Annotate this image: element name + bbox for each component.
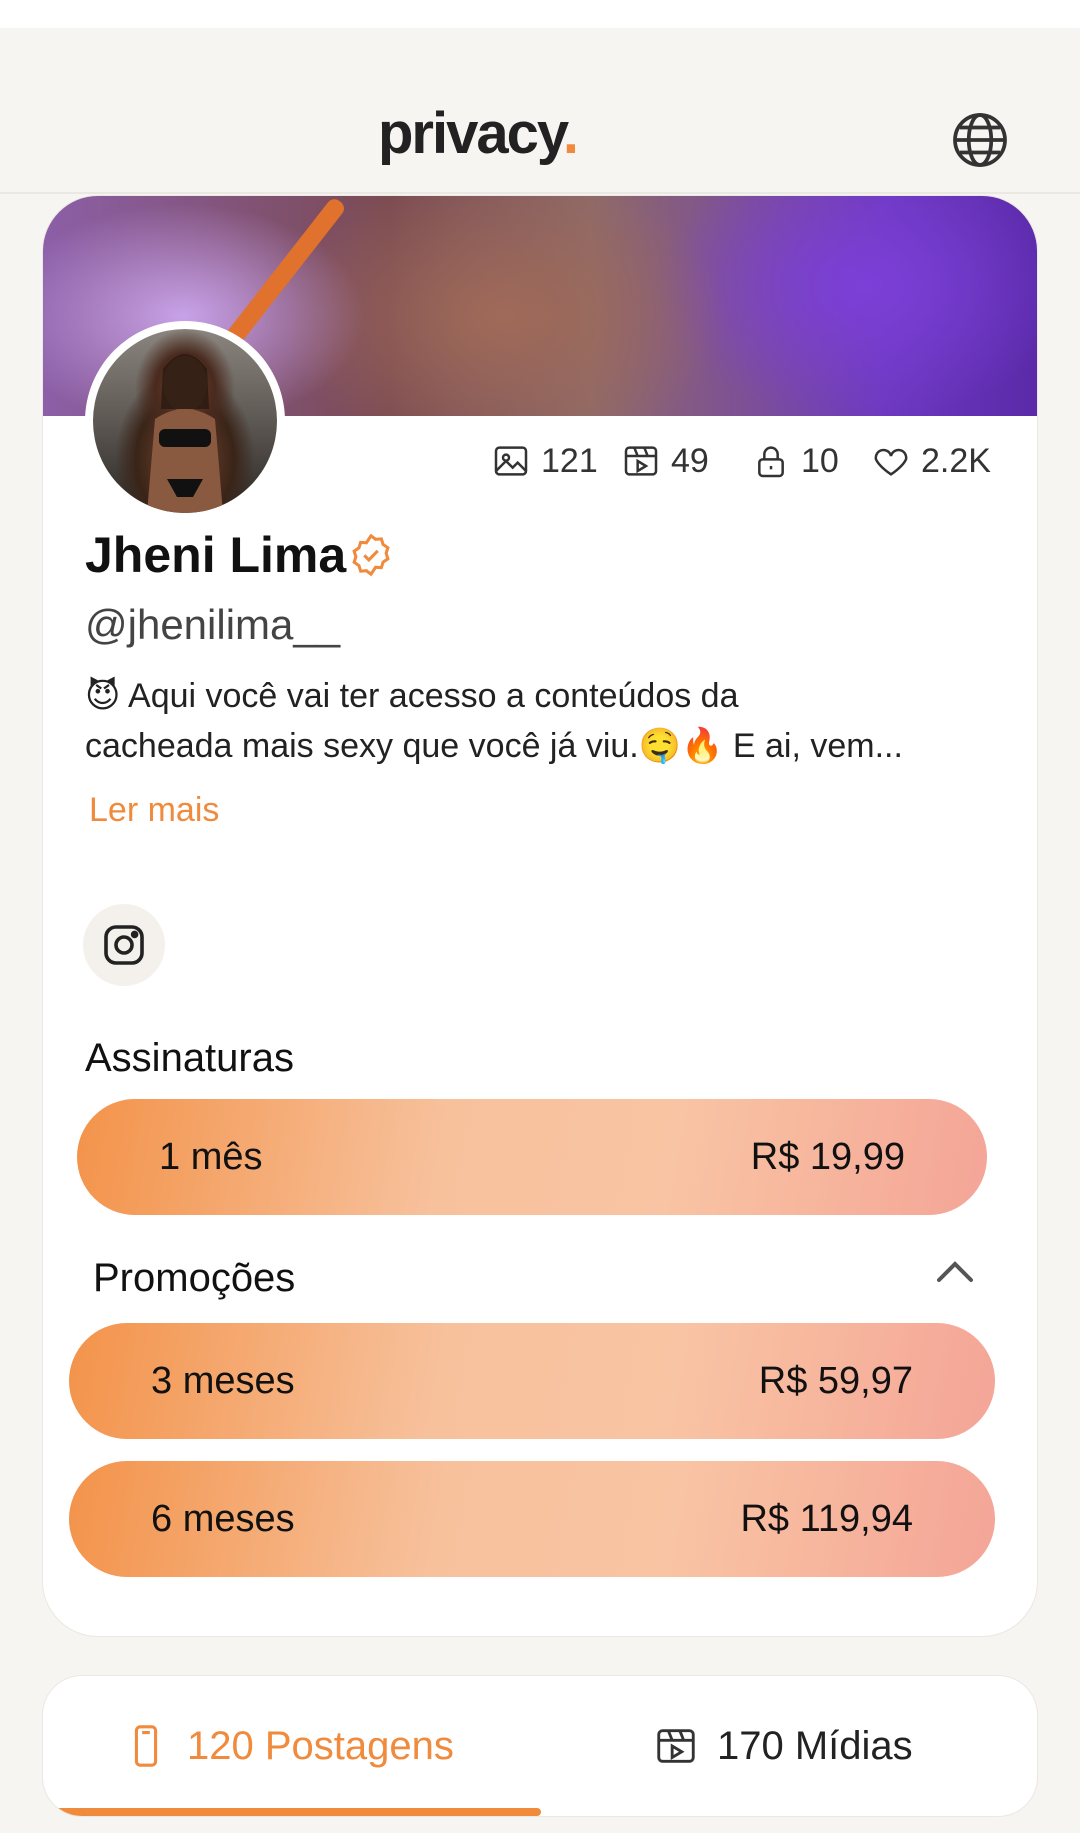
plan-price: R$ 119,94 [740, 1497, 913, 1540]
privacy-logo[interactable]: privacy. [378, 100, 579, 167]
profile-card: 121 49 10 2.2K Jheni Lima @jhenilima__ 😈… [42, 195, 1038, 1637]
bio-line: 😈 Aqui você vai ter acesso a conteúdos d… [85, 677, 739, 715]
content-tabs: 120 Postagens 170 Mídias [42, 1675, 1038, 1817]
profile-name-row: Jheni Lima [85, 526, 394, 584]
tab-media-label: 170 Mídias [717, 1723, 913, 1768]
lock-icon [758, 446, 784, 478]
video-clapper-icon [624, 446, 658, 476]
instagram-button[interactable] [83, 904, 165, 986]
plan-1-month-button[interactable]: 1 mês R$ 19,99 [77, 1099, 987, 1215]
plan-price: R$ 59,97 [758, 1359, 913, 1402]
promotions-title: Promoções [93, 1256, 296, 1300]
verified-badge-icon [352, 533, 390, 577]
plan-label: 3 meses [151, 1359, 295, 1402]
chevron-up-icon[interactable] [933, 1256, 977, 1286]
status-strip [0, 0, 1080, 28]
tab-posts[interactable]: 120 Postagens [123, 1676, 454, 1816]
video-clapper-icon [657, 1729, 695, 1763]
tab-posts-label: 120 Postagens [187, 1723, 454, 1768]
heart-icon [874, 448, 908, 476]
stat-photos: 121 [491, 436, 598, 486]
profile-bio: 😈 Aqui você vai ter acesso a conteúdos d… [85, 671, 1005, 771]
subscriptions-title: Assinaturas [85, 1036, 294, 1080]
instagram-icon [104, 925, 144, 965]
stat-locked-count: 10 [801, 441, 839, 480]
stat-videos: 49 [621, 436, 709, 486]
active-tab-indicator [43, 1808, 541, 1816]
tab-media[interactable]: 170 Mídias [653, 1676, 913, 1816]
stat-likes: 2.2K [871, 436, 991, 486]
plan-6-months-button[interactable]: 6 meses R$ 119,94 [69, 1461, 995, 1577]
app-header: privacy. [0, 28, 1080, 194]
bio-line: cacheada mais sexy que você já viu.🤤🔥 E … [85, 727, 903, 765]
plan-label: 1 mês [159, 1135, 263, 1178]
stat-likes-count: 2.2K [921, 441, 991, 480]
profile-name: Jheni Lima [85, 527, 347, 583]
phone-icon [134, 1725, 158, 1767]
profile-stats: 121 49 10 2.2K [43, 436, 1037, 486]
stat-photos-count: 121 [541, 441, 598, 480]
stat-locked: 10 [751, 436, 839, 486]
image-icon [494, 446, 528, 476]
plan-3-months-button[interactable]: 3 meses R$ 59,97 [69, 1323, 995, 1439]
profile-handle: @jhenilima__ [85, 601, 341, 648]
plan-label: 6 meses [151, 1497, 295, 1540]
plan-price: R$ 19,99 [750, 1135, 905, 1178]
globe-icon[interactable] [950, 110, 1010, 170]
stat-videos-count: 49 [671, 441, 709, 480]
read-more-link[interactable]: Ler mais [89, 791, 219, 830]
